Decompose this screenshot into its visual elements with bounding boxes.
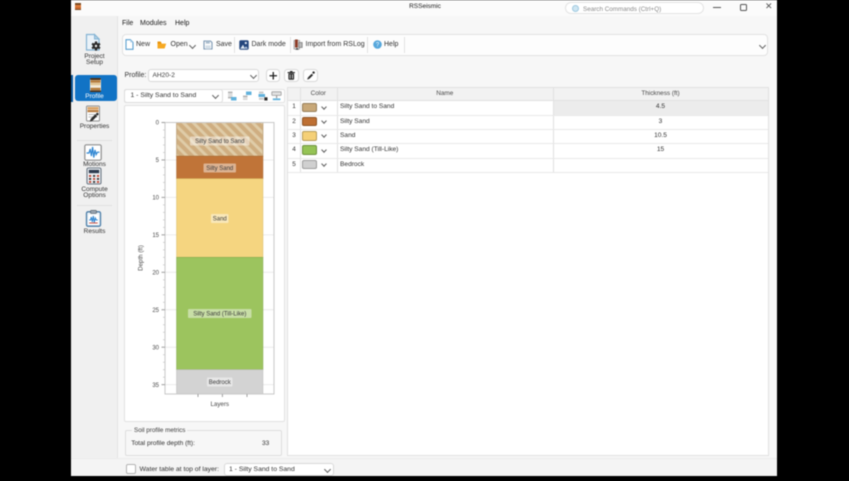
svg-text:Depth (ft): Depth (ft) [138, 245, 145, 271]
svg-text:30: 30 [152, 345, 159, 351]
svg-text:Silty Sand: Silty Sand [206, 166, 233, 172]
svg-text:Sand: Sand [213, 216, 227, 222]
svg-text:10: 10 [152, 195, 159, 201]
svg-text:Silty Sand (Till-Like): Silty Sand (Till-Like) [193, 311, 246, 317]
svg-text:15: 15 [152, 233, 159, 239]
svg-text:35: 35 [152, 382, 159, 388]
svg-text:25: 25 [152, 308, 159, 314]
svg-text:20: 20 [152, 270, 159, 276]
svg-text:5: 5 [156, 158, 160, 164]
svg-text:Layers: Layers [210, 401, 229, 408]
svg-text:Bedrock: Bedrock [209, 380, 232, 386]
svg-text:Silty Sand to Sand: Silty Sand to Sand [195, 139, 244, 145]
svg-text:0: 0 [156, 120, 160, 126]
